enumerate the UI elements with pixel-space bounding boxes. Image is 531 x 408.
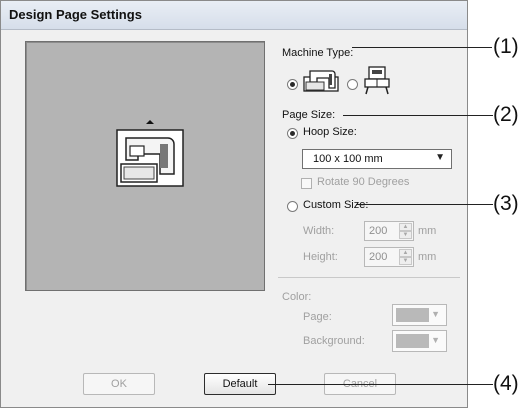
height-spinbox[interactable]: 200 ▲ ▼ — [364, 247, 414, 267]
embroidery-machine-icon[interactable] — [363, 65, 391, 95]
callout-line-2 — [343, 115, 493, 116]
machine-type-radio-sewing[interactable] — [287, 79, 298, 90]
page-color-picker[interactable]: ▼ — [392, 304, 447, 326]
width-spinbox[interactable]: 200 ▲ ▼ — [364, 221, 414, 241]
width-label: Width: — [303, 225, 335, 237]
preview-pane — [25, 41, 265, 291]
height-unit: mm — [418, 251, 437, 263]
page-color-swatch — [396, 308, 429, 322]
chevron-down-icon: ▼ — [431, 335, 440, 345]
width-value: 200 — [369, 225, 388, 237]
callout-label-4: (4) — [493, 372, 519, 395]
title-bar: Design Page Settings — [1, 1, 467, 30]
callout-line-4 — [268, 384, 493, 385]
width-spin-down-button[interactable]: ▼ — [399, 231, 412, 239]
callout-line-3 — [356, 204, 493, 205]
rotate-90-checkbox[interactable] — [301, 178, 312, 189]
background-color-label: Background: — [303, 335, 365, 347]
hoop-size-value: 100 x 100 mm — [313, 153, 383, 165]
section-divider — [278, 277, 460, 278]
custom-size-label[interactable]: Custom Size: — [303, 199, 368, 211]
machine-type-radio-embroidery[interactable] — [347, 79, 358, 90]
width-unit: mm — [418, 225, 437, 237]
dialog-title: Design Page Settings — [9, 7, 142, 22]
page-size-label: Page Size: — [282, 109, 336, 121]
chevron-down-icon: ▼ — [435, 152, 445, 163]
height-value: 200 — [369, 251, 388, 263]
background-color-picker[interactable]: ▼ — [392, 330, 447, 352]
height-spin-up-button[interactable]: ▲ — [399, 249, 412, 257]
callout-label-2: (2) — [493, 103, 519, 126]
rotate-90-label: Rotate 90 Degrees — [317, 176, 410, 188]
color-label: Color: — [282, 291, 312, 303]
height-spin-down-button[interactable]: ▼ — [399, 257, 412, 265]
height-label: Height: — [303, 251, 338, 263]
page-color-label: Page: — [303, 311, 332, 323]
custom-size-radio[interactable] — [287, 201, 298, 212]
chevron-down-icon: ▼ — [431, 309, 440, 319]
machine-type-label: Machine Type: — [282, 47, 354, 59]
hoop-size-radio[interactable] — [287, 128, 298, 139]
callout-label-3: (3) — [493, 192, 519, 215]
ok-button[interactable]: OK — [83, 373, 155, 395]
hoop-size-label[interactable]: Hoop Size: — [303, 126, 357, 138]
sewing-machine-icon[interactable] — [302, 67, 340, 95]
sewing-machine-preview-icon — [116, 120, 184, 187]
callout-line-1 — [352, 47, 492, 48]
default-button[interactable]: Default — [204, 373, 276, 395]
width-spin-up-button[interactable]: ▲ — [399, 223, 412, 231]
hoop-size-select[interactable]: 100 x 100 mm ▼ — [302, 149, 452, 169]
callout-label-1: (1) — [493, 35, 519, 58]
background-color-swatch — [396, 334, 429, 348]
